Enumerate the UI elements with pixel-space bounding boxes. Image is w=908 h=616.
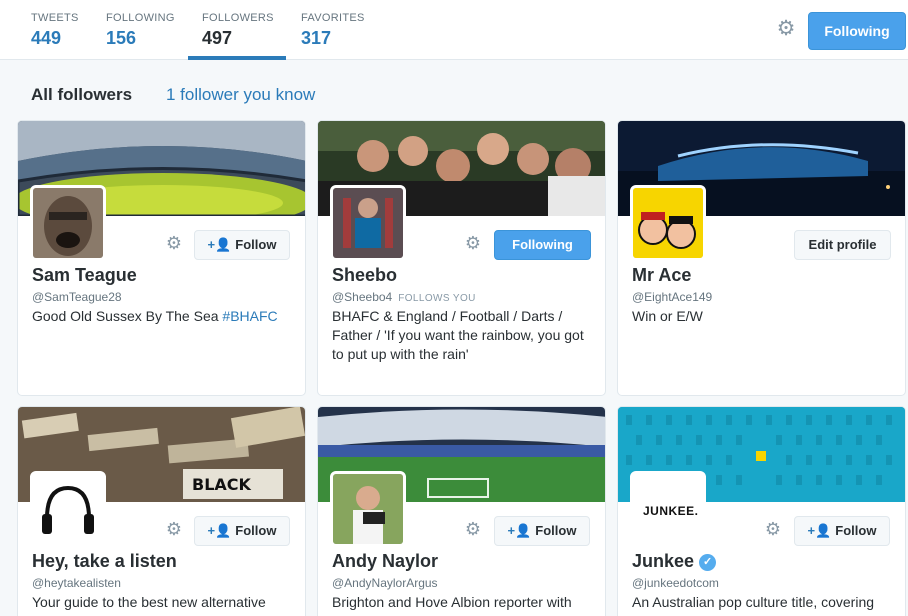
avatar-text: JUNKEE. [643,504,699,518]
add-user-icon: +👤 [207,237,232,252]
add-user-icon: +👤 [207,523,232,538]
profile-card[interactable]: BLACK ⚙ +👤 Follow Hey, take a listen @hey… [17,406,306,616]
follow-label: Follow [235,237,277,252]
bio-text: Good Old Sussex By The Sea [32,308,223,324]
screen-name[interactable]: @Sheebo4 [332,290,392,304]
screen-name[interactable]: @heytakealisten [32,576,121,590]
stat-followers[interactable]: FOLLOWERS 497 [202,12,274,49]
gear-icon[interactable]: ⚙ [764,520,782,538]
screen-name[interactable]: @AndyNaylorArgus [332,576,438,590]
stat-label: TWEETS [31,12,79,24]
follow-button[interactable]: +👤 Follow [194,230,290,260]
profile-card[interactable]: Edit profile Mr Ace @EightAce149 Win or … [617,120,906,396]
avatar[interactable] [30,185,106,261]
stat-following[interactable]: FOLLOWING 156 [106,12,175,49]
bio: Brighton and Hove Albion reporter with [332,594,572,610]
stat-label: FOLLOWING [106,12,175,24]
display-name[interactable]: Andy Naylor [332,551,438,572]
gear-icon[interactable]: ⚙ [165,234,183,252]
stat-value: 497 [202,28,233,48]
follow-label: Follow [835,523,877,538]
edit-profile-button[interactable]: Edit profile [794,230,891,260]
gear-icon[interactable]: ⚙ [464,520,482,538]
stat-label: FAVORITES [301,12,365,24]
stat-favorites[interactable]: FAVORITES 317 [301,12,365,49]
avatar[interactable]: JUNKEE. [630,471,706,547]
screen-name[interactable]: @junkeedotcom [632,576,719,590]
bio: Win or E/W [632,308,703,324]
profile-card[interactable]: ⚙ Following Sheebo @Sheebo4 FOLLOWS YOU B… [317,120,606,396]
add-user-icon: +👤 [807,523,832,538]
gear-icon[interactable]: ⚙ [464,234,482,252]
stat-label: FOLLOWERS [202,12,274,24]
follow-label: Follow [535,523,577,538]
display-name[interactable]: Sam Teague [32,265,137,286]
avatar[interactable] [630,185,706,261]
section-title: All followers [31,85,133,104]
bio: BHAFC & England / Football / Darts / Fat… [332,308,584,362]
profile-card[interactable]: ⚙ +👤 Follow Sam Teague @SamTeague28 Good … [17,120,306,396]
gear-icon[interactable]: ⚙ [775,18,797,40]
stat-tweets[interactable]: TWEETS 449 [31,12,79,49]
stat-value: 317 [301,28,332,48]
profile-nav: TWEETS 449 FOLLOWING 156 FOLLOWERS 497 F… [0,0,908,60]
screen-name[interactable]: @EightAce149 [632,290,712,304]
active-tab-indicator [188,56,286,60]
bio: Good Old Sussex By The Sea #BHAFC [32,307,296,326]
follow-button[interactable]: +👤 Follow [494,516,590,546]
avatar[interactable] [30,471,106,547]
follow-label: Follow [235,523,277,538]
avatar[interactable] [330,471,406,547]
verified-badge-icon: ✓ [699,554,717,571]
following-button[interactable]: Following [808,12,906,50]
follow-button[interactable]: +👤 Follow [194,516,290,546]
display-name[interactable]: Junkee [632,551,694,571]
display-name[interactable]: Mr Ace [632,265,691,286]
profile-card[interactable]: ⚙ +👤 Follow Andy Naylor @AndyNaylorArgus … [317,406,606,616]
stat-value: 156 [106,28,137,48]
banner-text: BLACK [192,475,251,494]
display-name-row: Junkee ✓ [632,551,717,572]
following-button[interactable]: Following [494,230,591,260]
bio: An Australian pop culture title, coverin… [632,594,875,610]
follows-you-badge: FOLLOWS YOU [398,293,476,304]
bio: Your guide to the best new alternative [32,594,266,610]
hashtag-link[interactable]: #BHAFC [222,308,277,324]
followers-you-know-link[interactable]: 1 follower you know [166,85,315,105]
stat-value: 449 [31,28,62,48]
display-name[interactable]: Hey, take a listen [32,551,177,572]
add-user-icon: +👤 [507,523,532,538]
screen-name-row: @Sheebo4 FOLLOWS YOU [332,290,476,304]
avatar[interactable] [330,185,406,261]
gear-icon[interactable]: ⚙ [165,520,183,538]
profile-card[interactable]: JUNKEE. ⚙ +👤 Follow Junkee ✓ @junkeedotcom… [617,406,906,616]
display-name[interactable]: Sheebo [332,265,397,286]
follow-button[interactable]: +👤 Follow [794,516,890,546]
screen-name[interactable]: @SamTeague28 [32,290,122,304]
